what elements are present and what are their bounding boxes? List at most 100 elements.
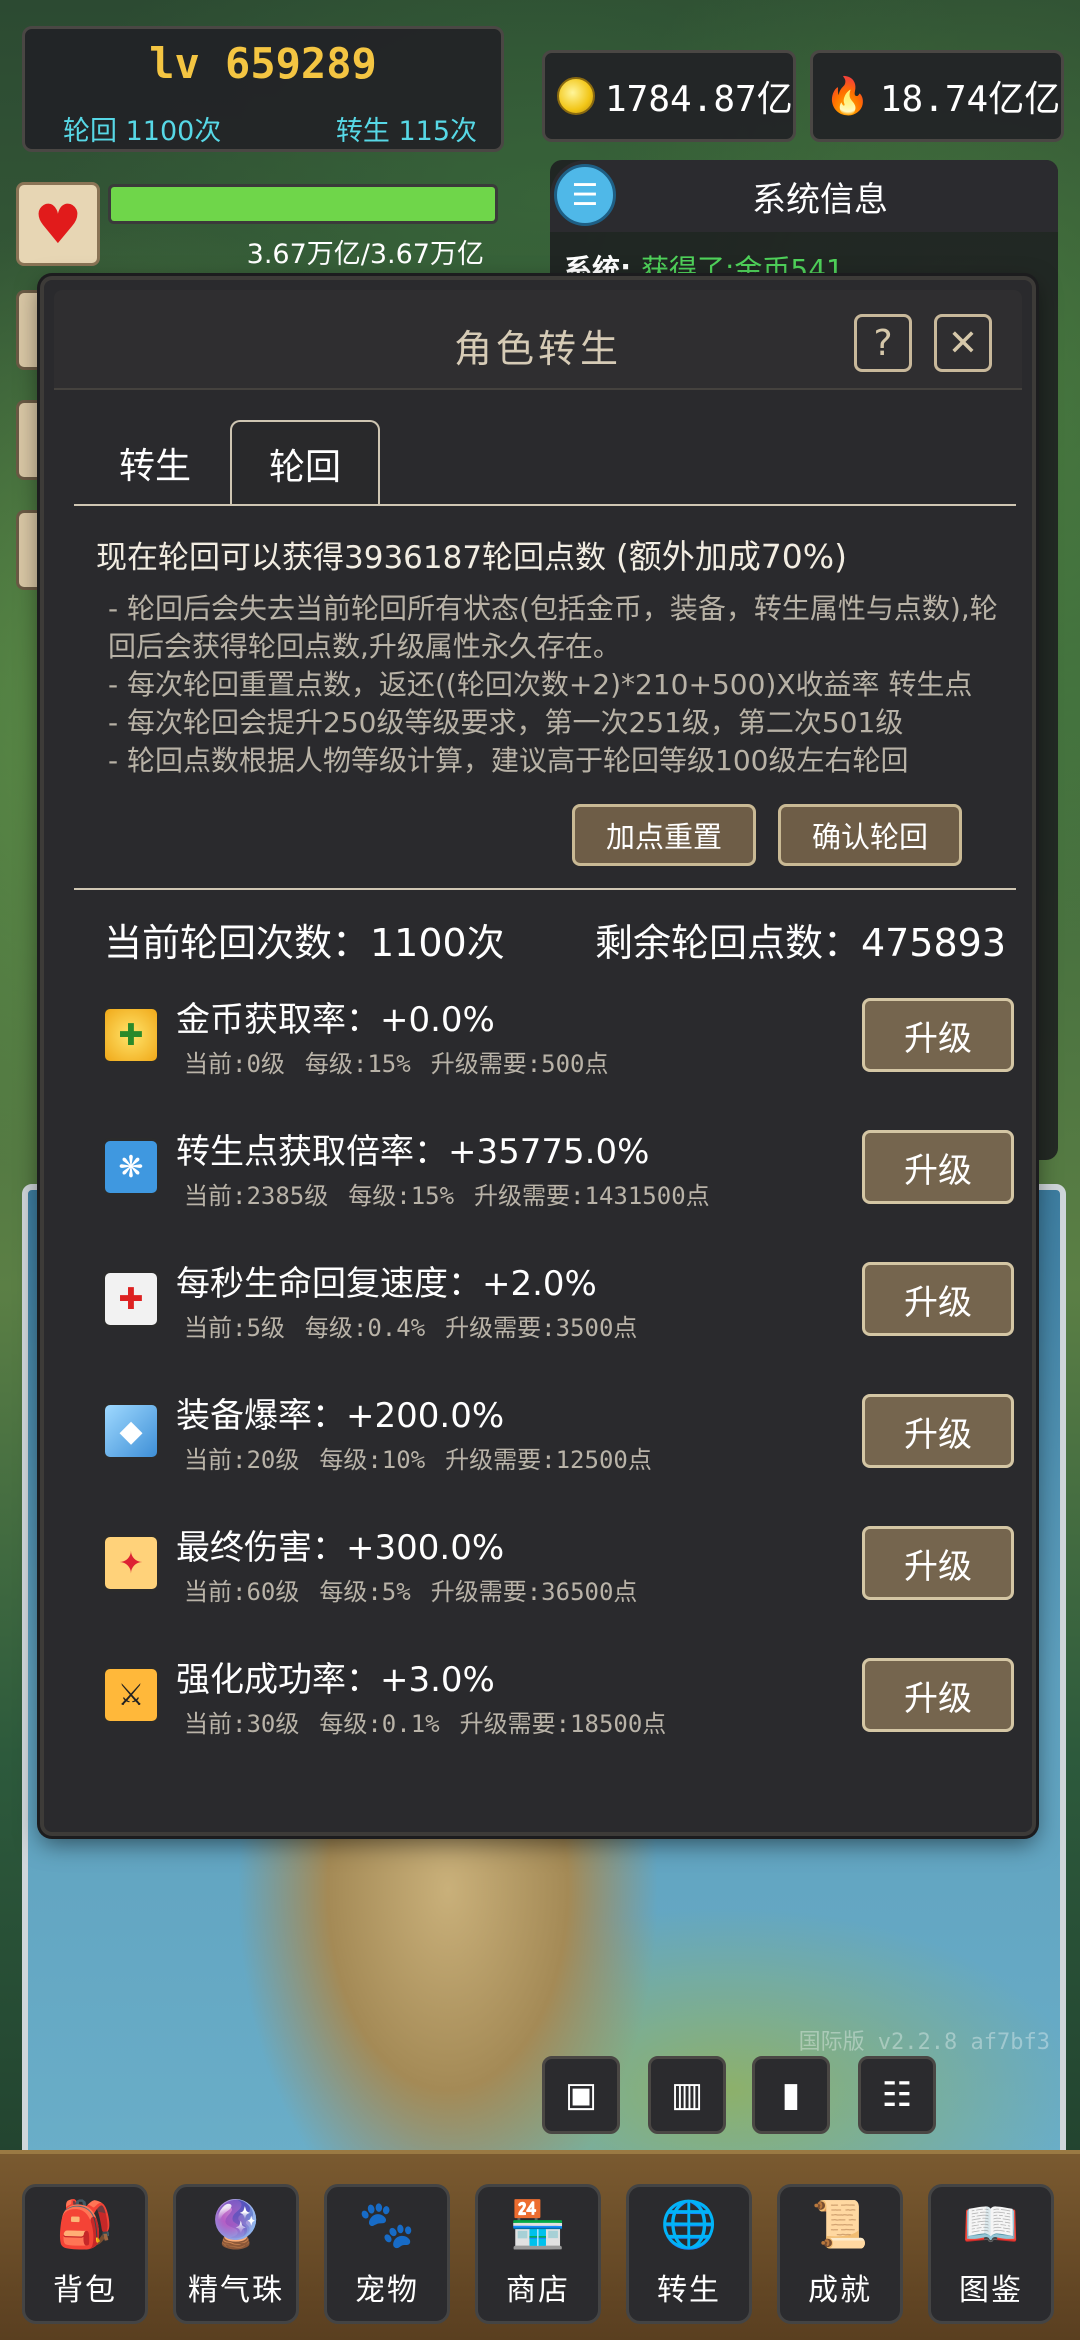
rebirth-rate-icon: ❋ (102, 1138, 160, 1196)
orb-icon: 🔮 (207, 2197, 265, 2251)
attribute-name: 转生点获取倍率：+35775.0% (176, 1132, 650, 1172)
rule-item: - 轮回点数根据人物等级计算，建议高于轮回等级100级左右轮回 (108, 744, 909, 777)
upgrade-button[interactable]: 升级 (862, 998, 1014, 1072)
lunhui-count: 轮回 1100次 (63, 116, 222, 147)
attribute-per-level: 每级:0.1% (319, 1710, 440, 1738)
nav-achievement[interactable]: 📜 成就 (777, 2184, 903, 2324)
nav-rebirth[interactable]: 🌐 转生 (626, 2184, 752, 2324)
tab-lunhui[interactable]: 轮回 (230, 420, 380, 506)
attribute-detail: 当前:5级 每级:0.4% 升级需要:3500点 (184, 1308, 657, 1343)
attribute-per-level: 每级:10% (319, 1446, 426, 1474)
nav-shop[interactable]: 🏪 商店 (475, 2184, 601, 2324)
current-lunhui-count: 当前轮回次数：1100次 (104, 921, 505, 965)
enhance-rate-icon: ⚔ (102, 1666, 160, 1724)
upgrade-button[interactable]: 升级 (862, 1526, 1014, 1600)
attribute-per-level: 每级:15% (304, 1050, 411, 1078)
level-panel: lv 659289 轮回 1100次 转生 115次 (22, 26, 504, 152)
close-icon[interactable]: ✕ (934, 314, 992, 372)
attribute-row-drop-rate: ◆ 装备爆率：+200.0% 当前:20级 每级:10% 升级需要:12500点 升… (84, 1376, 1014, 1496)
rule-item: - 轮回后会失去当前轮回所有状态(包括金币，装备，转生属性与点数),轮回后会获得… (108, 592, 998, 663)
gold-coin-icon (557, 77, 595, 115)
modal-title-bar: 角色转生 ? ✕ (54, 290, 1022, 390)
map-button-stats-icon[interactable]: ▥ (648, 2056, 726, 2134)
pet-icon: 🐾 (358, 2197, 416, 2251)
fire-value: 18.74亿亿 (879, 79, 1061, 120)
attribute-detail: 当前:2385级 每级:15% 升级需要:1431500点 (184, 1176, 730, 1211)
upgrade-button[interactable]: 升级 (862, 1130, 1014, 1204)
attribute-cost: 升级需要:3500点 (445, 1314, 638, 1342)
rule-item: - 每次轮回重置点数，返还((轮回次数+2)*210+500)X收益率 转生点 (108, 668, 973, 701)
attribute-detail: 当前:30级 每级:0.1% 升级需要:18500点 (184, 1704, 686, 1739)
attribute-cost: 升级需要:500点 (430, 1050, 609, 1078)
attribute-row-hp-regen: ✚ 每秒生命回复速度：+2.0% 当前:5级 每级:0.4% 升级需要:3500点 … (84, 1244, 1014, 1364)
upgrade-button[interactable]: 升级 (862, 1394, 1014, 1468)
flame-icon: 🔥 (825, 76, 870, 117)
gold-rate-icon: ✚ (102, 1006, 160, 1064)
attribute-name: 装备爆率：+200.0% (176, 1396, 505, 1436)
nav-label: 宠物 (355, 2273, 419, 2308)
bag-icon: 🎒 (56, 2197, 114, 2251)
map-button-settings-icon[interactable]: ☷ (858, 2056, 936, 2134)
attribute-row-gold-rate: ✚ 金币获取率：+0.0% 当前:0级 每级:15% 升级需要:500点 升级 (84, 980, 1014, 1100)
lunhui-points-info: 现在轮回可以获得3936187轮回点数 (额外加成70%) (96, 530, 847, 578)
attribute-name: 金币获取率：+0.0% (176, 1000, 495, 1040)
attribute-per-level: 每级:5% (319, 1578, 411, 1606)
nav-pet[interactable]: 🐾 宠物 (324, 2184, 450, 2324)
hp-bar (108, 184, 498, 224)
section-divider (74, 888, 1016, 890)
heart-icon: ♥ (16, 182, 100, 266)
gold-value: 1784.87亿 (605, 79, 793, 120)
fire-display: 🔥 18.74亿亿 (810, 50, 1064, 142)
tab-zhuansheng[interactable]: 转生 (80, 420, 230, 506)
attribute-detail: 当前:0级 每级:15% 升级需要:500点 (184, 1044, 629, 1079)
attribute-detail: 当前:20级 每级:10% 升级需要:12500点 (184, 1440, 672, 1475)
rule-item: - 每次轮回会提升250级等级要求，第一次251级，第二次501级 (108, 706, 904, 739)
book-icon: 📖 (962, 2197, 1020, 2251)
attribute-per-level: 每级:15% (348, 1182, 455, 1210)
attribute-detail: 当前:60级 每级:5% 升级需要:36500点 (184, 1572, 657, 1607)
upgrade-button[interactable]: 升级 (862, 1262, 1014, 1336)
zhuansheng-count: 转生 115次 (335, 116, 477, 147)
nav-label: 图鉴 (959, 2273, 1023, 2308)
attribute-current: 当前:20级 (184, 1446, 300, 1474)
attribute-per-level: 每级:0.4% (304, 1314, 426, 1342)
attribute-current: 当前:0级 (184, 1050, 285, 1078)
globe-icon: 🌐 (660, 2197, 718, 2251)
lunhui-points-text: 现在轮回可以获得3936187轮回点数 (96, 540, 607, 576)
drop-rate-icon: ◆ (102, 1402, 160, 1460)
attribute-name: 强化成功率：+3.0% (176, 1660, 495, 1700)
attribute-current: 当前:30级 (184, 1710, 300, 1738)
attribute-name: 最终伤害：+300.0% (176, 1528, 505, 1568)
help-icon[interactable]: ? (854, 314, 912, 372)
hp-text: 3.67万亿/3.67万亿 (246, 239, 484, 270)
hp-regen-icon: ✚ (102, 1270, 160, 1328)
attribute-cost: 升级需要:1431500点 (474, 1182, 710, 1210)
final-damage-icon: ✦ (102, 1534, 160, 1592)
attribute-cost: 升级需要:18500点 (459, 1710, 667, 1738)
reset-points-button[interactable]: 加点重置 (572, 804, 756, 866)
nav-label: 成就 (808, 2273, 872, 2308)
nav-label: 背包 (53, 2273, 117, 2308)
nav-label: 精气珠 (188, 2273, 284, 2308)
tab-divider (74, 504, 1016, 506)
upgrade-button[interactable]: 升级 (862, 1658, 1014, 1732)
system-info-icon[interactable]: ☰ (554, 164, 616, 226)
attribute-cost: 升级需要:36500点 (430, 1578, 638, 1606)
map-button-chest-icon[interactable]: ▣ (542, 2056, 620, 2134)
nav-label: 转生 (657, 2273, 721, 2308)
nav-essence-orb[interactable]: 🔮 精气珠 (173, 2184, 299, 2324)
confirm-lunhui-button[interactable]: 确认轮回 (778, 804, 962, 866)
rules-list: - 轮回后会失去当前轮回所有状态(包括金币，装备，转生属性与点数),轮回后会获得… (108, 590, 1008, 780)
map-button-bookmark-icon[interactable]: ▮ (752, 2056, 830, 2134)
nav-bag[interactable]: 🎒 背包 (22, 2184, 148, 2324)
player-level: lv 659289 (149, 39, 377, 88)
nav-codex[interactable]: 📖 图鉴 (928, 2184, 1054, 2324)
hp-bar-fill (111, 187, 495, 221)
attribute-row-enhance-rate: ⚔ 强化成功率：+3.0% 当前:30级 每级:0.1% 升级需要:18500点 升… (84, 1640, 1014, 1760)
attribute-current: 当前:2385级 (184, 1182, 329, 1210)
scroll-icon: 📜 (811, 2197, 869, 2251)
version-text: 国际版 v2.2.8 af7bf3 (798, 2030, 1050, 2055)
attribute-cost: 升级需要:12500点 (445, 1446, 652, 1474)
system-title: 系统信息 (752, 180, 888, 220)
rebirth-modal: 角色转生 ? ✕ 转生 轮回 现在轮回可以获得3936187轮回点数 (额外加成… (40, 276, 1036, 1836)
